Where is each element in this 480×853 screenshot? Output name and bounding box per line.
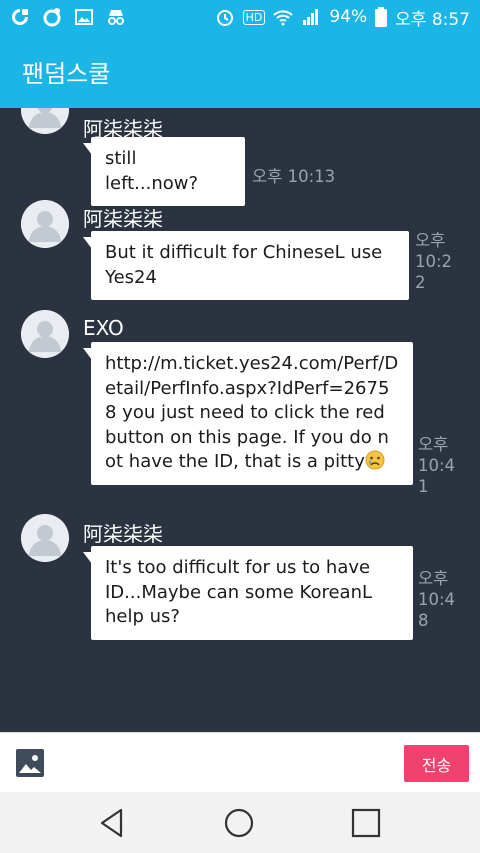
avatar[interactable] (21, 514, 69, 562)
signal-icon (301, 7, 321, 27)
message-text: http://m.ticket.yes24.com/Perf/Detail/Pe… (105, 353, 399, 472)
page-title: 팬덤스쿨 (22, 59, 111, 88)
message-bubble[interactable]: still left...now? (83, 137, 245, 206)
crying-face-emoji (365, 450, 385, 470)
system-navigation-bar (0, 792, 480, 853)
sender-name: 阿柒柒柒 (83, 207, 163, 231)
avatar[interactable] (21, 310, 69, 358)
message-bubble[interactable]: http://m.ticket.yes24.com/Perf/Detail/Pe… (83, 342, 413, 485)
status-left-icons (10, 7, 126, 27)
app-bar: 팬덤스쿨 (0, 34, 480, 108)
status-right: HD 94% 오후 8:57 (215, 5, 470, 30)
home-circle-icon[interactable] (222, 806, 256, 840)
message-time-text: 오후 10:41 (418, 435, 456, 496)
message-input-bar: 전송 (0, 732, 480, 792)
send-button[interactable]: 전송 (404, 745, 469, 782)
battery-icon (375, 7, 388, 27)
message-time: 오후 10:22 (415, 230, 455, 293)
message-time-text: 오후 10:48 (418, 569, 456, 630)
wifi-icon (273, 7, 294, 27)
status-bar: HD 94% 오후 8:57 (0, 0, 480, 34)
message-text: It's too difficult for us to have ID...M… (105, 557, 373, 627)
message-bubble[interactable]: It's too difficult for us to have ID...M… (83, 546, 413, 640)
message-text: still left...now? (105, 148, 199, 194)
hd-voice-badge: HD (242, 9, 266, 25)
message-time: 오후 10:41 (418, 434, 458, 497)
sync-notification-icon (42, 7, 62, 27)
back-triangle-icon[interactable] (96, 806, 130, 840)
alarm-icon (215, 7, 235, 27)
message-text: But it difficult for ChineseL use Yes24 (105, 242, 383, 288)
message-time: 오후 10:13 (252, 167, 336, 186)
incognito-notification-icon (106, 7, 126, 27)
sender-name: 阿柒柒柒 (83, 522, 163, 546)
image-icon[interactable] (16, 749, 44, 777)
chat-message-list[interactable]: 阿柒柒柒 still left...now? 오후 10:13 阿柒柒柒 But… (0, 108, 480, 732)
gallery-notification-icon (74, 7, 94, 27)
status-time: 오후 8:57 (395, 9, 470, 30)
sender-name: EXO (83, 316, 124, 340)
message-time: 오후 10:48 (418, 568, 458, 631)
recents-square-icon[interactable] (349, 806, 383, 840)
message-bubble[interactable]: But it difficult for ChineseL use Yes24 (83, 231, 409, 300)
message-time-text: 오후 10:22 (415, 231, 453, 292)
avatar[interactable] (21, 200, 69, 248)
battery-percent: 94% (329, 7, 368, 27)
app-notification-icon (10, 7, 30, 27)
avatar[interactable] (21, 108, 69, 134)
